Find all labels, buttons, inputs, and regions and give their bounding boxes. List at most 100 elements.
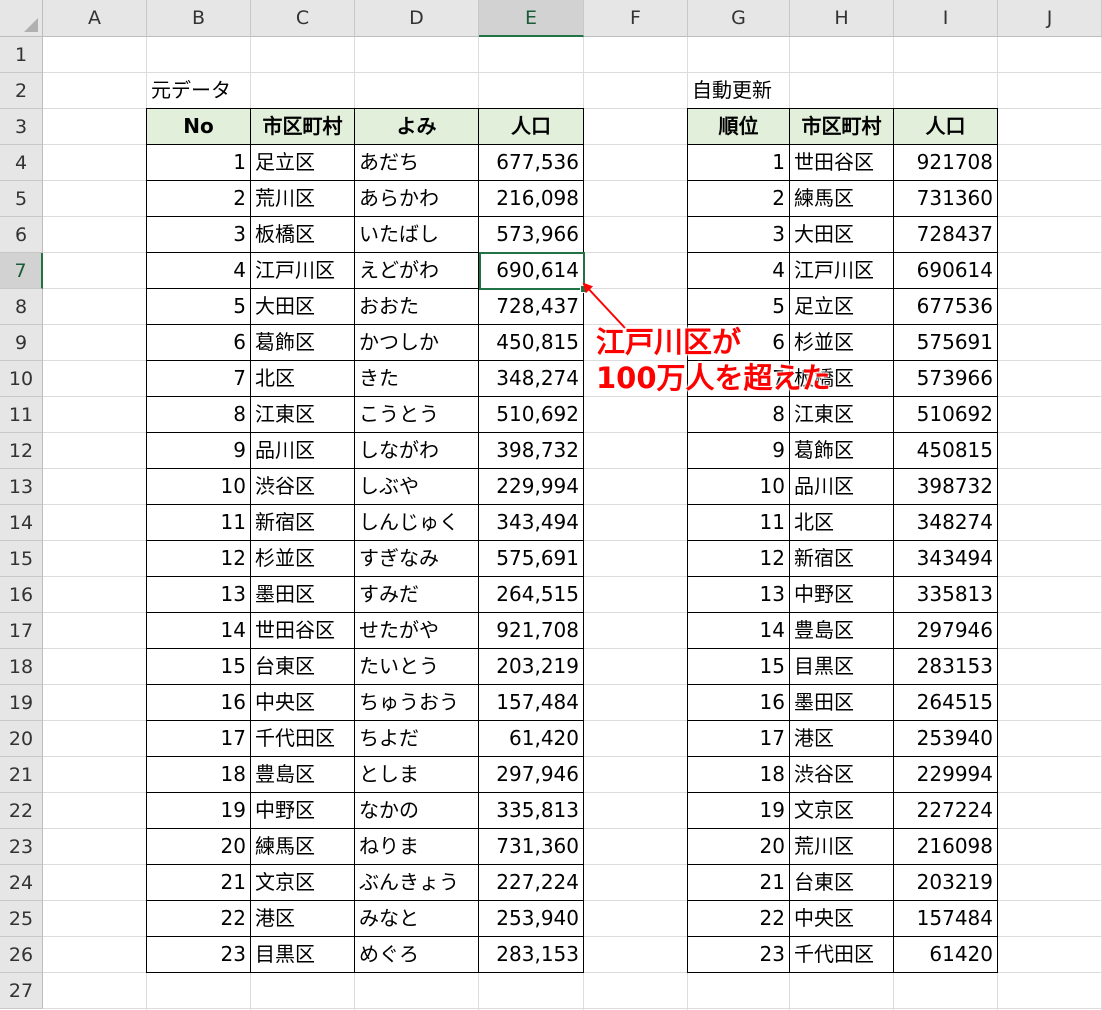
row-header-23[interactable]: 23 [0,829,43,865]
right-table-cell[interactable]: 61420 [894,937,998,973]
row-header-12[interactable]: 12 [0,433,43,469]
left-table-cell[interactable]: 14 [147,613,251,649]
right-table-cell[interactable]: 目黒区 [790,649,894,685]
left-table-header-cell[interactable]: No [147,109,251,145]
left-table-cell[interactable]: ちゅうおう [355,685,479,721]
right-table-cell[interactable]: 渋谷区 [790,757,894,793]
row-header-21[interactable]: 21 [0,757,43,793]
column-header-i[interactable]: I [894,0,998,37]
left-table-cell[interactable]: 大田区 [251,289,355,325]
left-table-header-cell[interactable]: よみ [355,109,479,145]
right-table-cell[interactable]: 283153 [894,649,998,685]
row-header-15[interactable]: 15 [0,541,43,577]
left-table-cell[interactable]: 中野区 [251,793,355,829]
left-table-cell[interactable]: 8 [147,397,251,433]
right-table-cell[interactable]: 203219 [894,865,998,901]
right-table-cell[interactable]: 1 [688,145,790,181]
left-table-cell[interactable]: 510,692 [479,397,584,433]
left-table-cell[interactable]: 203,219 [479,649,584,685]
left-table-cell[interactable]: しぶや [355,469,479,505]
left-table-title[interactable]: 元データ [147,73,235,109]
left-table-cell[interactable]: 品川区 [251,433,355,469]
left-table-cell[interactable]: 348,274 [479,361,584,397]
right-table-cell[interactable]: 264515 [894,685,998,721]
row-header-17[interactable]: 17 [0,613,43,649]
left-table-cell[interactable]: 677,536 [479,145,584,181]
row-header-22[interactable]: 22 [0,793,43,829]
right-table-cell[interactable]: 14 [688,613,790,649]
row-header-7[interactable]: 7 [0,253,43,289]
right-table-cell[interactable]: 千代田区 [790,937,894,973]
left-table-cell[interactable]: 3 [147,217,251,253]
right-table-cell[interactable]: 21 [688,865,790,901]
right-table-cell[interactable]: 2 [688,181,790,217]
right-table-cell[interactable]: 文京区 [790,793,894,829]
left-table-cell[interactable]: 荒川区 [251,181,355,217]
left-table-cell[interactable]: 港区 [251,901,355,937]
left-table-cell[interactable]: かつしか [355,325,479,361]
right-table-cell[interactable]: 葛飾区 [790,433,894,469]
right-table-cell[interactable]: 690614 [894,253,998,289]
left-table-cell[interactable]: 豊島区 [251,757,355,793]
left-table-cell[interactable]: 728,437 [479,289,584,325]
left-table-cell[interactable]: 921,708 [479,613,584,649]
left-table-cell[interactable]: 足立区 [251,145,355,181]
left-table-cell[interactable]: 216,098 [479,181,584,217]
left-table-cell[interactable]: 22 [147,901,251,937]
right-table-cell[interactable]: 227224 [894,793,998,829]
right-table-title[interactable]: 自動更新 [688,73,776,109]
column-header-c[interactable]: C [251,0,355,37]
left-table-cell[interactable]: 157,484 [479,685,584,721]
row-header-9[interactable]: 9 [0,325,43,361]
right-table-cell[interactable]: 豊島区 [790,613,894,649]
left-table-cell[interactable]: すみだ [355,577,479,613]
left-table-cell[interactable]: 16 [147,685,251,721]
left-table-cell[interactable]: 731,360 [479,829,584,865]
right-table-cell[interactable]: 新宿区 [790,541,894,577]
left-table-cell[interactable]: 板橋区 [251,217,355,253]
right-table-header-cell[interactable]: 順位 [688,109,790,145]
left-table-cell[interactable]: 253,940 [479,901,584,937]
left-table-cell[interactable]: 297,946 [479,757,584,793]
right-table-cell[interactable]: 江東区 [790,397,894,433]
left-table-cell[interactable]: 5 [147,289,251,325]
left-table-cell[interactable]: すぎなみ [355,541,479,577]
row-header-18[interactable]: 18 [0,649,43,685]
right-table-cell[interactable]: 297946 [894,613,998,649]
left-table-cell[interactable]: 江東区 [251,397,355,433]
right-table-cell[interactable]: 中央区 [790,901,894,937]
right-table-cell[interactable]: 450815 [894,433,998,469]
row-header-5[interactable]: 5 [0,181,43,217]
left-table-cell[interactable]: ねりま [355,829,479,865]
column-header-h[interactable]: H [790,0,894,37]
right-table-cell[interactable]: 大田区 [790,217,894,253]
right-table-cell[interactable]: 22 [688,901,790,937]
right-table-cell[interactable]: 足立区 [790,289,894,325]
row-header-8[interactable]: 8 [0,289,43,325]
column-header-g[interactable]: G [688,0,790,37]
left-table-cell[interactable]: 9 [147,433,251,469]
right-table-cell[interactable]: 731360 [894,181,998,217]
left-table-cell[interactable]: 文京区 [251,865,355,901]
right-table-cell[interactable]: 練馬区 [790,181,894,217]
left-table-cell[interactable]: 13 [147,577,251,613]
left-table-cell[interactable]: 江戸川区 [251,253,355,289]
left-table-cell[interactable]: せたがや [355,613,479,649]
right-table-cell[interactable]: 12 [688,541,790,577]
right-table-cell[interactable]: 10 [688,469,790,505]
left-table-cell[interactable]: みなと [355,901,479,937]
right-table-cell[interactable]: 江戸川区 [790,253,894,289]
right-table-cell[interactable]: 4 [688,253,790,289]
row-header-27[interactable]: 27 [0,973,43,1009]
left-table-cell[interactable]: 北区 [251,361,355,397]
left-table-cell[interactable]: ちよだ [355,721,479,757]
right-table-cell[interactable]: 677536 [894,289,998,325]
right-table-cell[interactable]: 20 [688,829,790,865]
left-table-header-cell[interactable]: 市区町村 [251,109,355,145]
left-table-cell[interactable]: ぶんきょう [355,865,479,901]
left-table-cell[interactable]: いたばし [355,217,479,253]
left-table-cell[interactable]: 2 [147,181,251,217]
left-table-cell[interactable]: 墨田区 [251,577,355,613]
row-header-11[interactable]: 11 [0,397,43,433]
right-table-cell[interactable]: 343494 [894,541,998,577]
